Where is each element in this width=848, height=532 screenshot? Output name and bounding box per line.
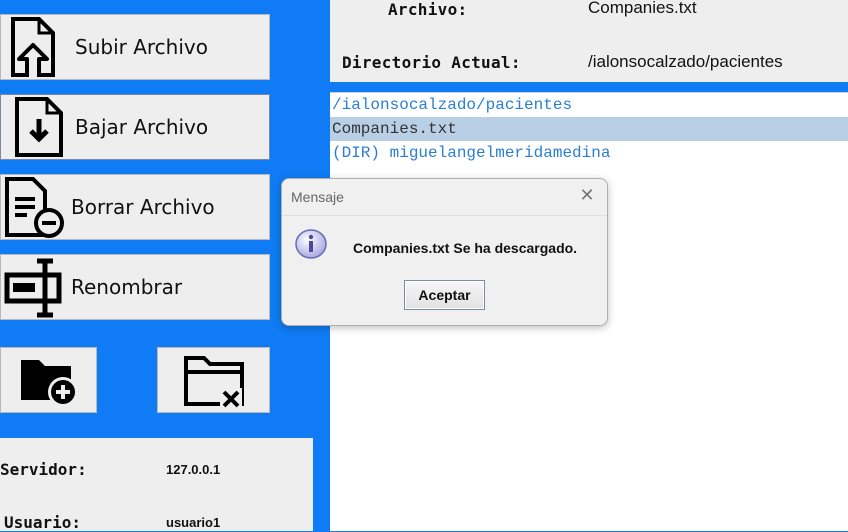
dialog-title-divider [282, 215, 607, 216]
download-file-icon [15, 97, 63, 157]
user-label: Usuario: [4, 513, 82, 532]
new-folder-button[interactable] [0, 347, 97, 413]
close-icon[interactable]: ✕ [575, 185, 599, 209]
list-item[interactable]: (DIR) miguelangelmeridamedina [330, 141, 848, 165]
delete-folder-icon [183, 356, 244, 410]
delete-file-icon [5, 177, 64, 238]
server-label: Servidor: [0, 460, 87, 479]
file-value: Companies.txt [588, 0, 697, 17]
connection-info-panel: Servidor: 127.0.0.1 Usuario: usuario1 [0, 438, 313, 532]
current-dir-value: /ialonsocalzado/pacientes [588, 52, 783, 71]
accept-button[interactable]: Aceptar [404, 280, 485, 310]
download-file-label: Bajar Archivo [75, 115, 209, 139]
upload-file-button[interactable]: Subir Archivo [0, 14, 270, 80]
current-dir-label: Directorio Actual: [342, 53, 521, 72]
upload-file-label: Subir Archivo [75, 35, 208, 59]
rename-button[interactable]: Renombrar [0, 254, 270, 320]
rename-icon [4, 258, 62, 318]
file-header-panel: Archivo: Companies.txt Directorio Actual… [330, 0, 848, 82]
new-folder-icon [20, 360, 78, 407]
file-label: Archivo: [388, 0, 468, 19]
list-item-selected[interactable]: Companies.txt [330, 117, 848, 141]
message-dialog: Mensaje ✕ Companies.txt Se ha descargado… [281, 178, 608, 326]
user-value: usuario1 [166, 515, 221, 530]
info-icon [295, 229, 327, 259]
list-item[interactable]: /ialonsocalzado/pacientes [330, 93, 848, 117]
delete-folder-button[interactable] [157, 347, 270, 413]
dialog-title: Mensaje [291, 189, 344, 205]
server-value: 127.0.0.1 [166, 462, 221, 477]
rename-label: Renombrar [71, 275, 183, 299]
download-file-button[interactable]: Bajar Archivo [0, 94, 270, 160]
delete-file-label: Borrar Archivo [71, 195, 215, 219]
upload-file-icon [11, 17, 55, 77]
dialog-message: Companies.txt Se ha descargado. [353, 240, 578, 256]
delete-file-button[interactable]: Borrar Archivo [0, 174, 270, 240]
